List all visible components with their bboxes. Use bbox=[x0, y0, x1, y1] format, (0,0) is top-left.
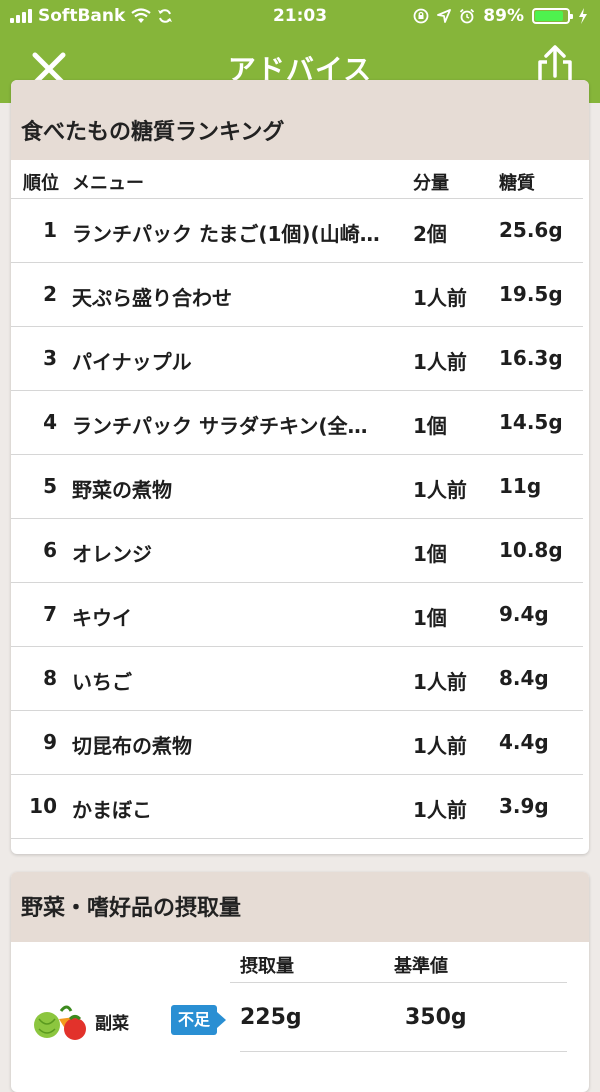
carb-ranking-title: 食べたもの糖質ランキング bbox=[21, 120, 285, 145]
carb-cell: 19.5g bbox=[499, 282, 563, 306]
menu-cell: オレンジ bbox=[72, 542, 152, 566]
menu-cell: 天ぷら盛り合わせ bbox=[72, 286, 232, 310]
intake-amount-header: 摂取量 bbox=[240, 956, 294, 977]
menu-cell: 野菜の煮物 bbox=[72, 478, 172, 502]
menu-cell: かまぼこ bbox=[72, 798, 152, 822]
carb-cell: 25.6g bbox=[499, 218, 563, 242]
amount-cell: 1人前 bbox=[413, 350, 467, 374]
amount-cell: 1個 bbox=[413, 606, 447, 630]
intake-standard: 350g bbox=[405, 1005, 467, 1030]
carb-ranking-header: 食べたもの糖質ランキング bbox=[11, 80, 589, 160]
amount-cell: 1個 bbox=[413, 414, 447, 438]
intake-row[interactable]: 副菜 不足 225g 350g bbox=[11, 983, 589, 1053]
amount-cell: 1人前 bbox=[413, 670, 467, 694]
intake-card: 野菜・嗜好品の摂取量 摂取量 基準値 副菜 不足 225g 350g bbox=[11, 872, 589, 1092]
carb-cell: 4.4g bbox=[499, 730, 549, 754]
ranking-row[interactable]: 8 いちご 1人前 8.4g bbox=[11, 647, 583, 711]
carb-cell: 14.5g bbox=[499, 410, 563, 434]
intake-column-headers: 摂取量 基準値 bbox=[230, 942, 567, 983]
rank-cell: 7 bbox=[43, 602, 57, 626]
ranking-row[interactable]: 7 キウイ 1個 9.4g bbox=[11, 583, 583, 647]
menu-header: メニュー bbox=[72, 173, 144, 194]
intake-label: 副菜 bbox=[95, 1014, 129, 1034]
ranking-row[interactable]: 3 パイナップル 1人前 16.3g bbox=[11, 327, 583, 391]
amount-cell: 1人前 bbox=[413, 798, 467, 822]
amount-cell: 2個 bbox=[413, 222, 447, 246]
menu-cell: ランチパック たまご(1個)(山崎… bbox=[72, 222, 380, 246]
menu-cell: 切昆布の煮物 bbox=[72, 734, 192, 758]
ranking-list: 1 ランチパック たまご(1個)(山崎… 2個 25.6g 2 天ぷら盛り合わせ 1人前 1… bbox=[11, 199, 589, 839]
amount-cell: 1人前 bbox=[413, 286, 467, 310]
menu-cell: いちご bbox=[72, 670, 132, 694]
intake-header: 野菜・嗜好品の摂取量 bbox=[11, 872, 589, 942]
rank-cell: 1 bbox=[43, 218, 57, 242]
alarm-icon bbox=[460, 8, 475, 24]
carb-cell: 3.9g bbox=[499, 794, 549, 818]
rank-cell: 4 bbox=[43, 410, 57, 434]
amount-cell: 1人前 bbox=[413, 478, 467, 502]
rank-cell: 5 bbox=[43, 474, 57, 498]
status-right: 89% bbox=[413, 6, 588, 26]
battery-icon bbox=[532, 8, 573, 24]
carb-cell: 8.4g bbox=[499, 666, 549, 690]
ranking-column-headers: 順位 メニュー 分量 糖質 bbox=[11, 160, 583, 199]
amount-cell: 1個 bbox=[413, 542, 447, 566]
intake-amount: 225g bbox=[240, 1005, 302, 1030]
row-divider bbox=[240, 1051, 567, 1052]
carb-header: 糖質 bbox=[499, 173, 535, 194]
menu-cell: パイナップル bbox=[72, 350, 192, 374]
ranking-row[interactable]: 10 かまぼこ 1人前 3.9g bbox=[11, 775, 583, 839]
amount-header: 分量 bbox=[413, 173, 449, 194]
rank-cell: 10 bbox=[29, 794, 57, 818]
rotation-lock-icon bbox=[413, 8, 429, 24]
intake-title: 野菜・嗜好品の摂取量 bbox=[21, 896, 242, 921]
carb-ranking-card: 食べたもの糖質ランキング 順位 メニュー 分量 糖質 1 ランチパック たまご(1… bbox=[11, 80, 589, 854]
status-badge: 不足 bbox=[171, 1005, 226, 1035]
ranking-row[interactable]: 2 天ぷら盛り合わせ 1人前 19.5g bbox=[11, 263, 583, 327]
battery-fill bbox=[535, 11, 564, 21]
rank-cell: 9 bbox=[43, 730, 57, 754]
location-icon bbox=[437, 9, 452, 23]
ranking-row[interactable]: 4 ランチパック サラダチキン(全… 1個 14.5g bbox=[11, 391, 583, 455]
rank-header: 順位 bbox=[23, 173, 59, 194]
ranking-row[interactable]: 5 野菜の煮物 1人前 11g bbox=[11, 455, 583, 519]
rank-cell: 2 bbox=[43, 282, 57, 306]
rank-cell: 8 bbox=[43, 666, 57, 690]
vegetables-icon bbox=[34, 1005, 86, 1040]
charging-bolt-icon bbox=[579, 8, 587, 24]
ranking-row[interactable]: 9 切昆布の煮物 1人前 4.4g bbox=[11, 711, 583, 775]
menu-cell: ランチパック サラダチキン(全… bbox=[72, 414, 368, 438]
ranking-row[interactable]: 6 オレンジ 1個 10.8g bbox=[11, 519, 583, 583]
battery-percent: 89% bbox=[483, 6, 524, 26]
rank-cell: 6 bbox=[43, 538, 57, 562]
carb-cell: 9.4g bbox=[499, 602, 549, 626]
amount-cell: 1人前 bbox=[413, 734, 467, 758]
standard-header: 基準値 bbox=[394, 956, 448, 977]
carb-cell: 10.8g bbox=[499, 538, 563, 562]
carb-cell: 11g bbox=[499, 474, 542, 498]
ranking-row[interactable]: 1 ランチパック たまご(1個)(山崎… 2個 25.6g bbox=[11, 199, 583, 263]
status-bar: SoftBank 21:03 89% bbox=[0, 0, 600, 34]
rank-cell: 3 bbox=[43, 346, 57, 370]
carb-cell: 16.3g bbox=[499, 346, 563, 370]
menu-cell: キウイ bbox=[72, 606, 132, 630]
